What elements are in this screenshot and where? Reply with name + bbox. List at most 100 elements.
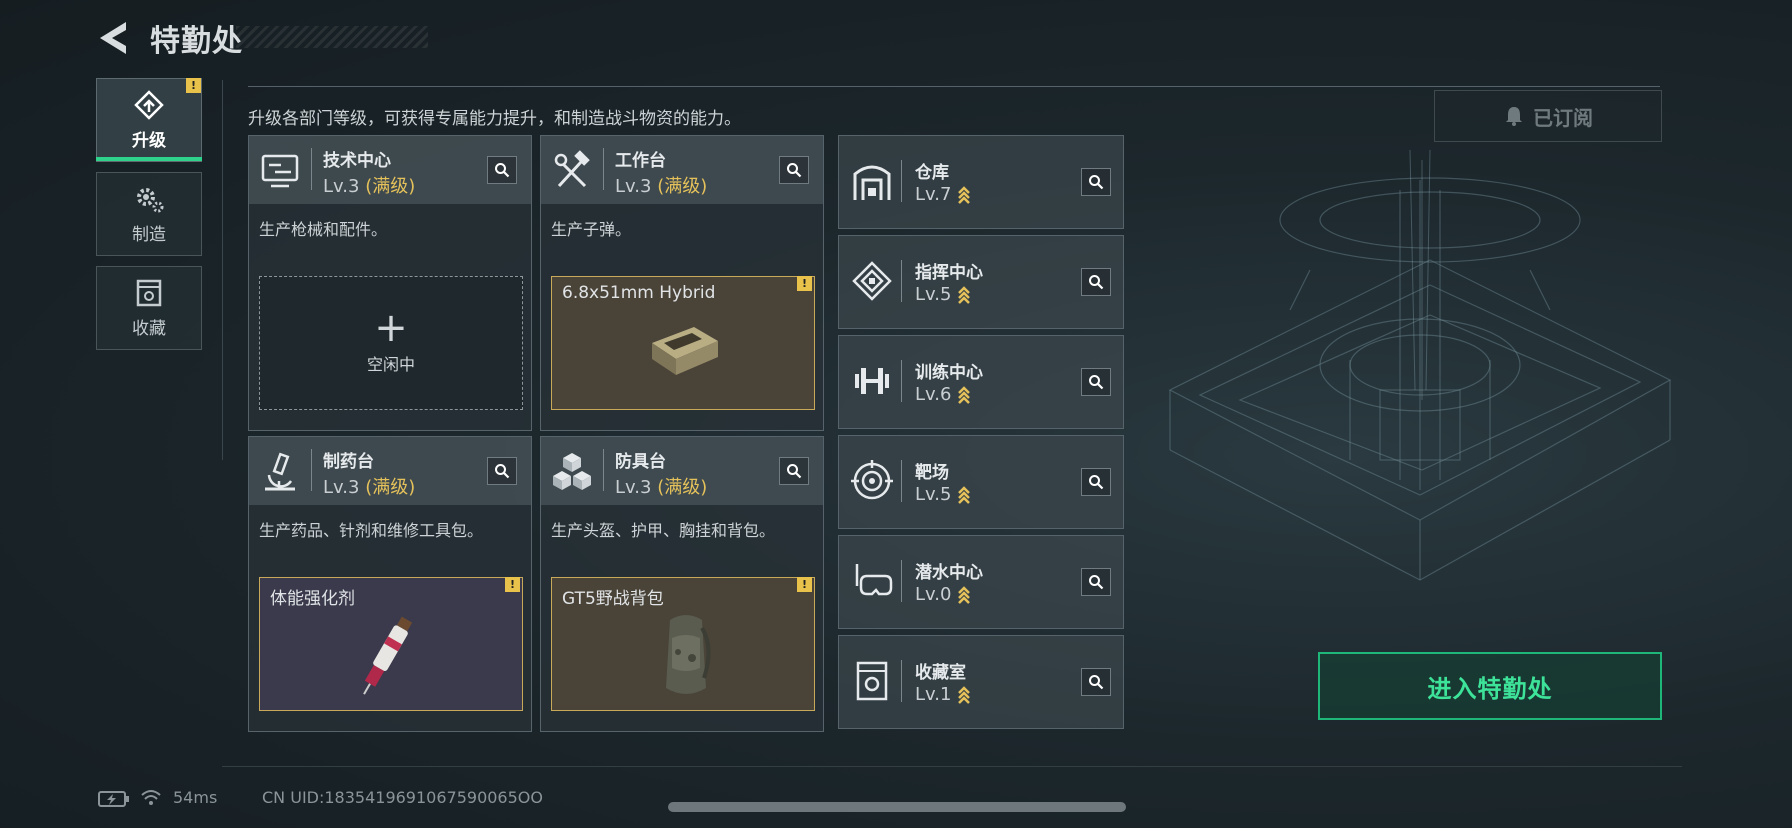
search-icon xyxy=(787,464,802,479)
alert-badge: ! xyxy=(505,577,520,592)
backpack-image xyxy=(666,615,711,694)
search-button[interactable] xyxy=(487,156,517,184)
search-button[interactable] xyxy=(1081,368,1111,396)
divider xyxy=(311,148,312,190)
search-icon xyxy=(1089,675,1104,690)
upgrade-icon xyxy=(134,89,164,120)
base-blueprint-illustration xyxy=(1168,150,1672,581)
active-tab-indicator xyxy=(96,157,202,161)
search-icon xyxy=(1089,475,1104,490)
max-level-tag: (满级) xyxy=(657,477,708,498)
subscribed-button[interactable]: 已订阅 xyxy=(1434,90,1662,142)
nav-tab-label: 收藏 xyxy=(132,318,166,339)
diving-mask-icon xyxy=(855,564,893,596)
department-level: Lv.3 (满级) xyxy=(615,477,708,498)
production-slot[interactable]: GT5野战背包 ! xyxy=(551,577,815,711)
department-level: Lv.3 (满级) xyxy=(323,477,416,498)
wifi-icon xyxy=(141,790,161,805)
facility-name: 潜水中心 xyxy=(915,563,983,583)
target-icon xyxy=(851,460,893,500)
bell-icon xyxy=(1506,107,1522,126)
facility-shooting-range[interactable]: 靶场 Lv.5 xyxy=(838,435,1124,529)
enter-button-label: 进入特勤处 xyxy=(1427,674,1553,703)
upgrade-chevron-icon xyxy=(958,485,971,504)
search-button[interactable] xyxy=(1081,468,1111,496)
max-level-tag: (满级) xyxy=(657,176,708,197)
divider xyxy=(901,160,902,202)
enter-special-ops-button[interactable]: 进入特勤处 xyxy=(1318,652,1662,720)
department-card-pharmacy[interactable]: 制药台 Lv.3 (满级) 生产药品、针剂和维修工具包。 体能强化剂 ! xyxy=(248,436,532,732)
nav-alert-badge: ! xyxy=(186,78,201,93)
collection-icon xyxy=(136,279,162,306)
facility-level: Lv.1 xyxy=(915,684,971,705)
upgrade-chevron-icon xyxy=(958,585,971,604)
facility-name: 仓库 xyxy=(915,163,949,183)
facility-name: 训练中心 xyxy=(915,363,983,383)
alert-badge: ! xyxy=(797,577,812,592)
max-level-tag: (满级) xyxy=(365,176,416,197)
dumbbell-icon xyxy=(855,368,889,394)
department-description: 生产子弹。 xyxy=(551,220,632,239)
page-description: 升级各部门等级，可获得专属能力提升，和制造战斗物资的能力。 xyxy=(248,109,741,129)
department-name: 工作台 xyxy=(615,151,666,171)
production-slot-idle[interactable]: + 空闲中 xyxy=(259,276,523,410)
department-level: Lv.3 (满级) xyxy=(615,176,708,197)
facility-diving-center[interactable]: 潜水中心 Lv.0 xyxy=(838,535,1124,629)
department-card-tech-center[interactable]: 技术中心 Lv.3 (满级) 生产枪械和配件。 + 空闲中 xyxy=(248,135,532,431)
search-button[interactable] xyxy=(779,457,809,485)
divider xyxy=(901,660,902,702)
search-icon xyxy=(1089,375,1104,390)
facility-command-center[interactable]: 指挥中心 Lv.5 xyxy=(838,235,1124,329)
home-indicator[interactable] xyxy=(668,802,1126,812)
ammo-box-image xyxy=(652,327,718,375)
department-card-workbench[interactable]: 工作台 Lv.3 (满级) 生产子弹。 6.8x51mm Hybrid ! xyxy=(540,135,824,431)
title-decoration xyxy=(236,26,428,48)
back-arrow-icon[interactable] xyxy=(96,20,130,56)
upgrade-chevron-icon xyxy=(958,685,971,704)
user-uid: CN UID:1835419691067590065OO xyxy=(262,788,543,807)
search-button[interactable] xyxy=(1081,168,1111,196)
department-name: 制药台 xyxy=(323,452,374,472)
divider xyxy=(603,449,604,491)
search-icon xyxy=(495,163,510,178)
syringe-image xyxy=(363,616,413,695)
search-icon xyxy=(1089,575,1104,590)
gear-icon xyxy=(137,187,164,212)
search-button[interactable] xyxy=(1081,568,1111,596)
nav-tab-craft[interactable]: 制造 xyxy=(96,172,202,256)
upgrade-chevron-icon xyxy=(958,385,971,404)
ping-readout: 54ms xyxy=(173,788,218,807)
facility-name: 指挥中心 xyxy=(915,263,983,283)
search-button[interactable] xyxy=(487,457,517,485)
department-name: 技术中心 xyxy=(323,151,391,171)
divider xyxy=(603,148,604,190)
monitor-icon xyxy=(261,154,299,188)
search-button[interactable] xyxy=(1081,268,1111,296)
divider xyxy=(311,449,312,491)
department-description: 生产药品、针剂和维修工具包。 xyxy=(259,521,484,540)
subscribed-label: 已订阅 xyxy=(1533,105,1593,130)
search-icon xyxy=(495,464,510,479)
divider xyxy=(248,86,1660,87)
item-name: 6.8x51mm Hybrid xyxy=(562,283,716,303)
production-slot[interactable]: 体能强化剂 ! xyxy=(259,577,523,711)
facility-level: Lv.7 xyxy=(915,184,971,205)
facility-warehouse[interactable]: 仓库 Lv.7 xyxy=(838,135,1124,229)
facility-level: Lv.5 xyxy=(915,484,971,505)
search-icon xyxy=(787,163,802,178)
facility-name: 收藏室 xyxy=(915,663,966,683)
department-name: 防具台 xyxy=(615,452,666,472)
plus-icon: + xyxy=(374,305,408,351)
nav-tab-collection[interactable]: 收藏 xyxy=(96,266,202,350)
upgrade-chevron-icon xyxy=(958,185,971,204)
department-description: 生产枪械和配件。 xyxy=(259,220,388,239)
production-slot[interactable]: 6.8x51mm Hybrid ! xyxy=(551,276,815,410)
divider xyxy=(222,80,223,460)
search-button[interactable] xyxy=(1081,668,1111,696)
facility-collection-room[interactable]: 收藏室 Lv.1 xyxy=(838,635,1124,729)
facility-name: 靶场 xyxy=(915,463,949,483)
warehouse-icon xyxy=(853,165,891,200)
search-button[interactable] xyxy=(779,156,809,184)
department-card-armor[interactable]: 防具台 Lv.3 (满级) 生产头盔、护甲、胸挂和背包。 GT5野战背包 ! xyxy=(540,436,824,732)
facility-training-center[interactable]: 训练中心 Lv.6 xyxy=(838,335,1124,429)
